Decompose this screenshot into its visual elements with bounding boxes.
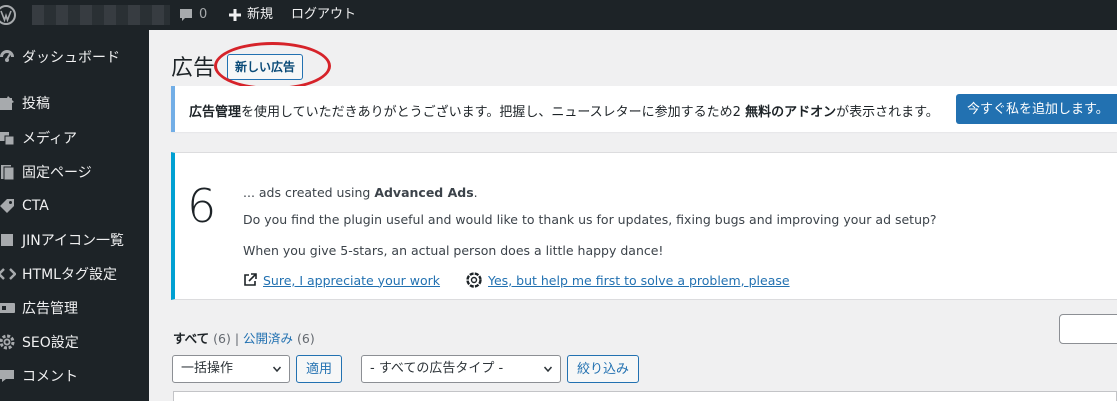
ads-icon [0,298,18,318]
external-link-icon [244,273,257,286]
review-line-2: Do you find the plugin useful and would … [243,212,937,227]
review-plugin-name: Advanced Ads [374,185,474,200]
new-ad-button[interactable]: 新しい広告 [227,54,304,80]
sidebar-item-html-tags[interactable]: HTMLタグ設定 [0,257,149,291]
review-links: Sure, I appreciate your work Yes, but he… [243,272,790,288]
chevron-down-icon [273,366,281,373]
code-icon [0,264,18,284]
sidebar-item-jin-icons[interactable]: JINアイコン一覧 [0,223,149,257]
filter-all[interactable]: すべて [173,331,209,346]
sidebar-item-cta[interactable]: CTA [0,189,149,223]
comment-icon [0,366,18,386]
review-line-1-suffix: . [473,185,478,200]
admin-sidebar: ダッシュボード 投稿 メディア 固定ページ CTA JINアイコン一覧 HTML… [0,30,149,401]
admin-notice: 広告管理を使用していただきありがとうございます。把握し、ニュースレターに参加する… [171,86,1117,132]
sidebar-item-label: ダッシュボード [22,50,120,66]
sidebar-item-comments[interactable]: コメント [0,359,149,393]
new-label: 新規 [247,7,274,22]
dashboard-icon [0,47,18,67]
sidebar-item-label: 広告管理 [22,301,78,317]
chevron-down-icon [544,366,552,373]
tag-icon [0,196,18,216]
media-icon [0,128,18,148]
sidebar-item-label: SEO設定 [22,335,79,351]
sidebar-item-label: メディア [22,131,78,147]
logout-link[interactable]: ログアウト [291,0,356,30]
sidebar-item-dashboard[interactable]: ダッシュボード [0,40,149,74]
filter-published-count: (6) [297,331,315,346]
page-title: 広告 [171,56,216,81]
comments-menu[interactable]: 0 [178,0,207,30]
sidebar-item-label: CTA [22,198,49,214]
apply-button[interactable]: 適用 [296,355,343,383]
pin-icon [0,93,18,113]
sidebar-item-ad-management[interactable]: 広告管理 [0,291,149,325]
comment-count: 0 [199,7,208,22]
bulk-action-select[interactable]: 一括操作 [172,355,290,383]
wordpress-logo-icon[interactable] [0,5,16,25]
sidebar-item-label: HTMLタグ設定 [22,267,117,283]
review-line-3: When you give 5-stars, an actual person … [243,243,664,258]
notice-text-2: が表示されます。 [836,105,939,120]
search-input[interactable] [1059,314,1117,344]
sidebar-item-pages[interactable]: 固定ページ [0,155,149,189]
ad-type-select[interactable]: - すべての広告タイプ - [361,355,561,383]
appreciate-link[interactable]: Sure, I appreciate your work [263,273,440,288]
main-content: 広告 新しい広告 広告管理を使用していただきありがとうございます。把握し、ニュー… [149,30,1117,401]
gear-icon [0,332,18,352]
notice-message: 広告管理を使用していただきありがとうございます。把握し、ニュースレターに参加する… [189,101,939,120]
comment-bubble-icon [180,9,192,21]
sidebar-item-label: コメント [22,369,78,385]
sidebar-item-media[interactable]: メディア [0,121,149,155]
list-icon [0,230,18,250]
review-notice: 6 ... ads created using Advanced Ads. Do… [171,152,1117,300]
notice-text-1: を使用していただきありがとうございます。把握し、ニュースレターに参加するため2 [241,105,746,120]
status-filter-links: すべて (6) | 公開済み (6) [173,328,315,347]
add-me-now-button[interactable]: 今すぐ私を追加します。 [956,94,1117,124]
admin-bar: 0 新規 ログアウト [0,0,1117,30]
ads-count: 6 [187,179,217,233]
new-content-menu[interactable]: 新規 [228,0,273,30]
filter-all-count: (6) [213,331,231,346]
ad-type-value: - すべての広告タイプ - [370,361,504,376]
plus-icon [229,9,241,21]
logout-label: ログアウト [291,7,357,22]
sidebar-item-label: JINアイコン一覧 [22,233,125,249]
ads-table [173,391,1117,401]
sidebar-item-label: 投稿 [22,96,50,112]
filter-button[interactable]: 絞り込み [567,355,640,383]
page-icon [0,162,18,182]
sidebar-item-posts[interactable]: 投稿 [0,86,149,120]
review-line-1-prefix: ... ads created using [243,185,375,200]
sidebar-item-label: 固定ページ [22,165,92,181]
filter-separator: | [234,331,240,346]
filter-published[interactable]: 公開済み [243,331,293,346]
sidebar-item-seo[interactable]: SEO設定 [0,325,149,359]
site-name-blurred[interactable] [32,5,170,25]
review-line-1: ... ads created using Advanced Ads. [243,185,478,200]
help-first-link[interactable]: Yes, but help me first to solve a proble… [488,273,790,288]
help-lifebuoy-icon [466,272,482,288]
bulk-action-value: 一括操作 [181,361,234,376]
notice-bold-plugin: 広告管理 [189,105,242,120]
notice-bold-addons: 無料のアドオン [745,105,837,120]
